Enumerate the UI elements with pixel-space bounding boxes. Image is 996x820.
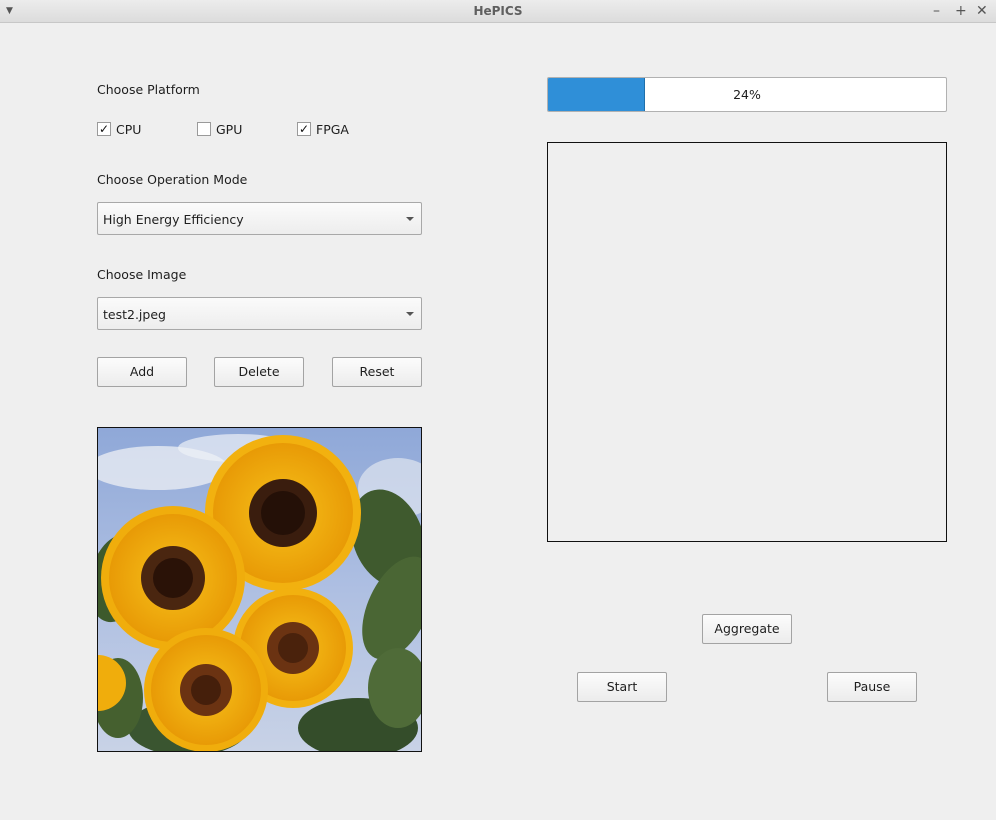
- add-button[interactable]: Add: [97, 357, 187, 387]
- title-bar: ▼ HePICS – + ✕: [0, 0, 996, 23]
- result-canvas: [547, 142, 947, 542]
- platform-label: Choose Platform: [97, 82, 200, 97]
- fpga-checkbox[interactable]: ✓: [297, 122, 311, 136]
- start-button[interactable]: Start: [577, 672, 667, 702]
- window-title: HePICS: [473, 4, 523, 18]
- maximize-icon[interactable]: +: [955, 1, 967, 21]
- operation-mode-label: Choose Operation Mode: [97, 172, 248, 187]
- fpga-checkbox-label[interactable]: FPGA: [316, 122, 349, 137]
- gpu-checkbox[interactable]: [197, 122, 211, 136]
- image-select-value: test2.jpeg: [103, 307, 166, 322]
- minimize-icon[interactable]: –: [933, 1, 940, 21]
- close-icon[interactable]: ✕: [976, 1, 988, 21]
- delete-button[interactable]: Delete: [214, 357, 304, 387]
- gpu-checkbox-label[interactable]: GPU: [216, 122, 242, 137]
- image-label: Choose Image: [97, 267, 187, 282]
- sunflower-image: [98, 428, 421, 751]
- aggregate-button[interactable]: Aggregate: [702, 614, 792, 644]
- image-select[interactable]: test2.jpeg: [97, 297, 422, 330]
- progress-bar: 24%: [547, 77, 947, 112]
- chevron-down-icon: [406, 217, 414, 221]
- operation-mode-value: High Energy Efficiency: [103, 212, 244, 227]
- cpu-checkbox-label[interactable]: CPU: [116, 122, 141, 137]
- chevron-down-icon: [406, 312, 414, 316]
- cpu-checkbox[interactable]: ✓: [97, 122, 111, 136]
- image-preview: [97, 427, 422, 752]
- operation-mode-select[interactable]: High Energy Efficiency: [97, 202, 422, 235]
- progress-text: 24%: [733, 87, 761, 102]
- pause-button[interactable]: Pause: [827, 672, 917, 702]
- reset-button[interactable]: Reset: [332, 357, 422, 387]
